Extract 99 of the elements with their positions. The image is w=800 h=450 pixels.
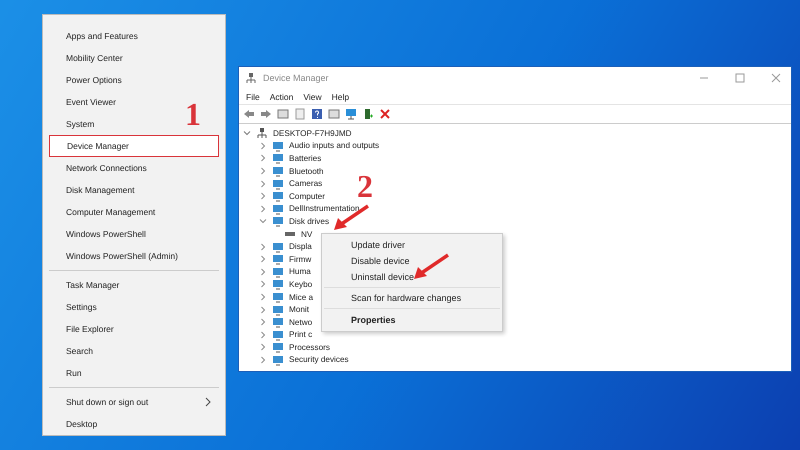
chevron-right-icon[interactable]	[259, 343, 267, 352]
chevron-right-icon[interactable]	[259, 204, 267, 213]
tree-item[interactable]: DESKTOP-F7H9JMD	[273, 128, 352, 138]
back-arrow-icon[interactable]	[243, 108, 255, 120]
device-icon	[272, 190, 284, 202]
menu-item[interactable]: Apps and Features	[49, 25, 146, 47]
menu-item[interactable]: Search	[49, 340, 101, 362]
device-icon	[272, 291, 284, 304]
context-menu-item[interactable]: Update driver	[322, 237, 502, 253]
remove-icon[interactable]	[379, 108, 391, 120]
device-icon	[272, 341, 284, 354]
menu-item[interactable]: Device Manager	[49, 135, 219, 157]
chevron-right-icon[interactable]	[259, 154, 267, 162]
device-icon	[272, 328, 284, 341]
chevron-right-icon[interactable]	[259, 242, 267, 251]
tree-item[interactable]: Monit	[289, 305, 310, 314]
device-icon	[272, 240, 284, 253]
menu-bar-item[interactable]: Action	[270, 92, 294, 102]
tree-item[interactable]: Displa	[289, 242, 312, 252]
computer-tree-icon	[256, 127, 268, 140]
tree-item[interactable]: Huma	[289, 267, 311, 276]
menu-item[interactable]: Windows PowerShell (Admin)	[49, 245, 186, 267]
menu-item[interactable]: Run	[49, 362, 90, 384]
tree-item[interactable]: Firmw	[289, 254, 312, 264]
device-icon	[272, 253, 284, 266]
help-icon[interactable]	[311, 108, 323, 120]
chevron-right-icon[interactable]	[259, 356, 267, 364]
tree-item[interactable]: Netwo	[289, 318, 312, 327]
tree-item[interactable]: Computer	[289, 192, 325, 201]
chevron-right-icon	[205, 397, 211, 407]
tree-item[interactable]: Batteries	[289, 154, 322, 163]
menu-bar-item[interactable]: File	[246, 92, 260, 102]
tree-item[interactable]: Mice a	[289, 292, 314, 302]
chevron-right-icon[interactable]	[259, 318, 267, 326]
forward-arrow-icon[interactable]	[260, 108, 272, 120]
step-number: 1	[185, 98, 201, 130]
tree-item[interactable]: Security devices	[289, 355, 349, 364]
tree-item[interactable]: Disk drives	[289, 216, 330, 226]
menu-item[interactable]: Computer Management	[49, 201, 164, 223]
menu-item[interactable]: Mobility Center	[49, 47, 131, 69]
chevron-right-icon[interactable]	[259, 280, 267, 288]
device-icon	[272, 354, 284, 366]
menu-item[interactable]: Settings	[49, 296, 105, 318]
menu-item[interactable]: Desktop	[49, 413, 106, 435]
tree-item[interactable]: Cameras	[289, 179, 322, 188]
device-icon	[272, 278, 284, 290]
menu-item[interactable]: Shut down or sign out	[49, 391, 219, 413]
chevron-right-icon[interactable]	[259, 268, 267, 276]
chevron-right-icon[interactable]	[259, 192, 267, 200]
device-icon	[272, 152, 284, 164]
device-icon	[272, 202, 284, 215]
context-menu-item[interactable]: Scan for hardware changes	[322, 290, 502, 306]
menu-item[interactable]: Windows PowerShell	[49, 223, 154, 245]
device-icon	[272, 215, 284, 228]
chevron-right-icon[interactable]	[259, 142, 267, 150]
context-menu-item[interactable]: Properties	[322, 311, 502, 328]
chevron-right-icon[interactable]	[259, 330, 267, 339]
device-icon	[272, 304, 284, 316]
close-icon[interactable]	[771, 73, 781, 83]
tree-item[interactable]: Bluetooth	[289, 166, 324, 176]
panel-icon[interactable]	[277, 108, 289, 120]
menu-item[interactable]: Network Connections	[49, 157, 155, 179]
tree-item[interactable]: Keybo	[289, 280, 312, 289]
computer-tree-icon	[245, 72, 257, 84]
device-icon	[272, 178, 284, 190]
menu-bar-item[interactable]: View	[303, 92, 322, 102]
window-title: Device Manager	[263, 73, 329, 83]
monitor-icon[interactable]	[345, 108, 357, 120]
chevron-right-icon[interactable]	[259, 255, 267, 264]
tree-item[interactable]: Audio inputs and outputs	[289, 141, 380, 150]
menu-item[interactable]: Event Viewer	[49, 91, 124, 113]
tree-item[interactable]: NV	[301, 230, 312, 239]
maximize-icon[interactable]	[735, 73, 745, 83]
device-icon	[272, 165, 284, 178]
device-icon	[272, 316, 284, 328]
device-icon	[272, 140, 284, 152]
chevron-down-icon[interactable]	[243, 129, 251, 138]
step-number: 2	[357, 170, 373, 202]
properties-icon[interactable]	[294, 108, 306, 120]
menu-bar-item[interactable]: Help	[332, 92, 350, 102]
tree-item[interactable]: DellInstrumentation	[289, 204, 360, 214]
menu-item[interactable]: File Explorer	[49, 318, 122, 340]
menu-item[interactable]: Task Manager	[49, 274, 128, 296]
context-menu-item[interactable]: Uninstall device	[322, 269, 502, 285]
add-driver-icon[interactable]	[362, 108, 374, 120]
tree-item[interactable]: Processors	[289, 342, 330, 352]
chevron-right-icon[interactable]	[259, 306, 267, 314]
device-icon	[272, 266, 284, 278]
chevron-right-icon[interactable]	[259, 293, 267, 302]
menu-item[interactable]: Power Options	[49, 69, 130, 91]
menu-item[interactable]: System	[49, 113, 102, 135]
chevron-right-icon[interactable]	[259, 180, 267, 188]
chevron-down-icon[interactable]	[259, 217, 267, 226]
tree-item[interactable]: Print c	[289, 330, 312, 340]
context-menu-item[interactable]: Disable device	[322, 253, 502, 269]
arrow-annotation	[412, 252, 452, 282]
panel-icon[interactable]	[328, 108, 340, 120]
chevron-right-icon[interactable]	[259, 167, 267, 176]
menu-item[interactable]: Disk Management	[49, 179, 143, 201]
